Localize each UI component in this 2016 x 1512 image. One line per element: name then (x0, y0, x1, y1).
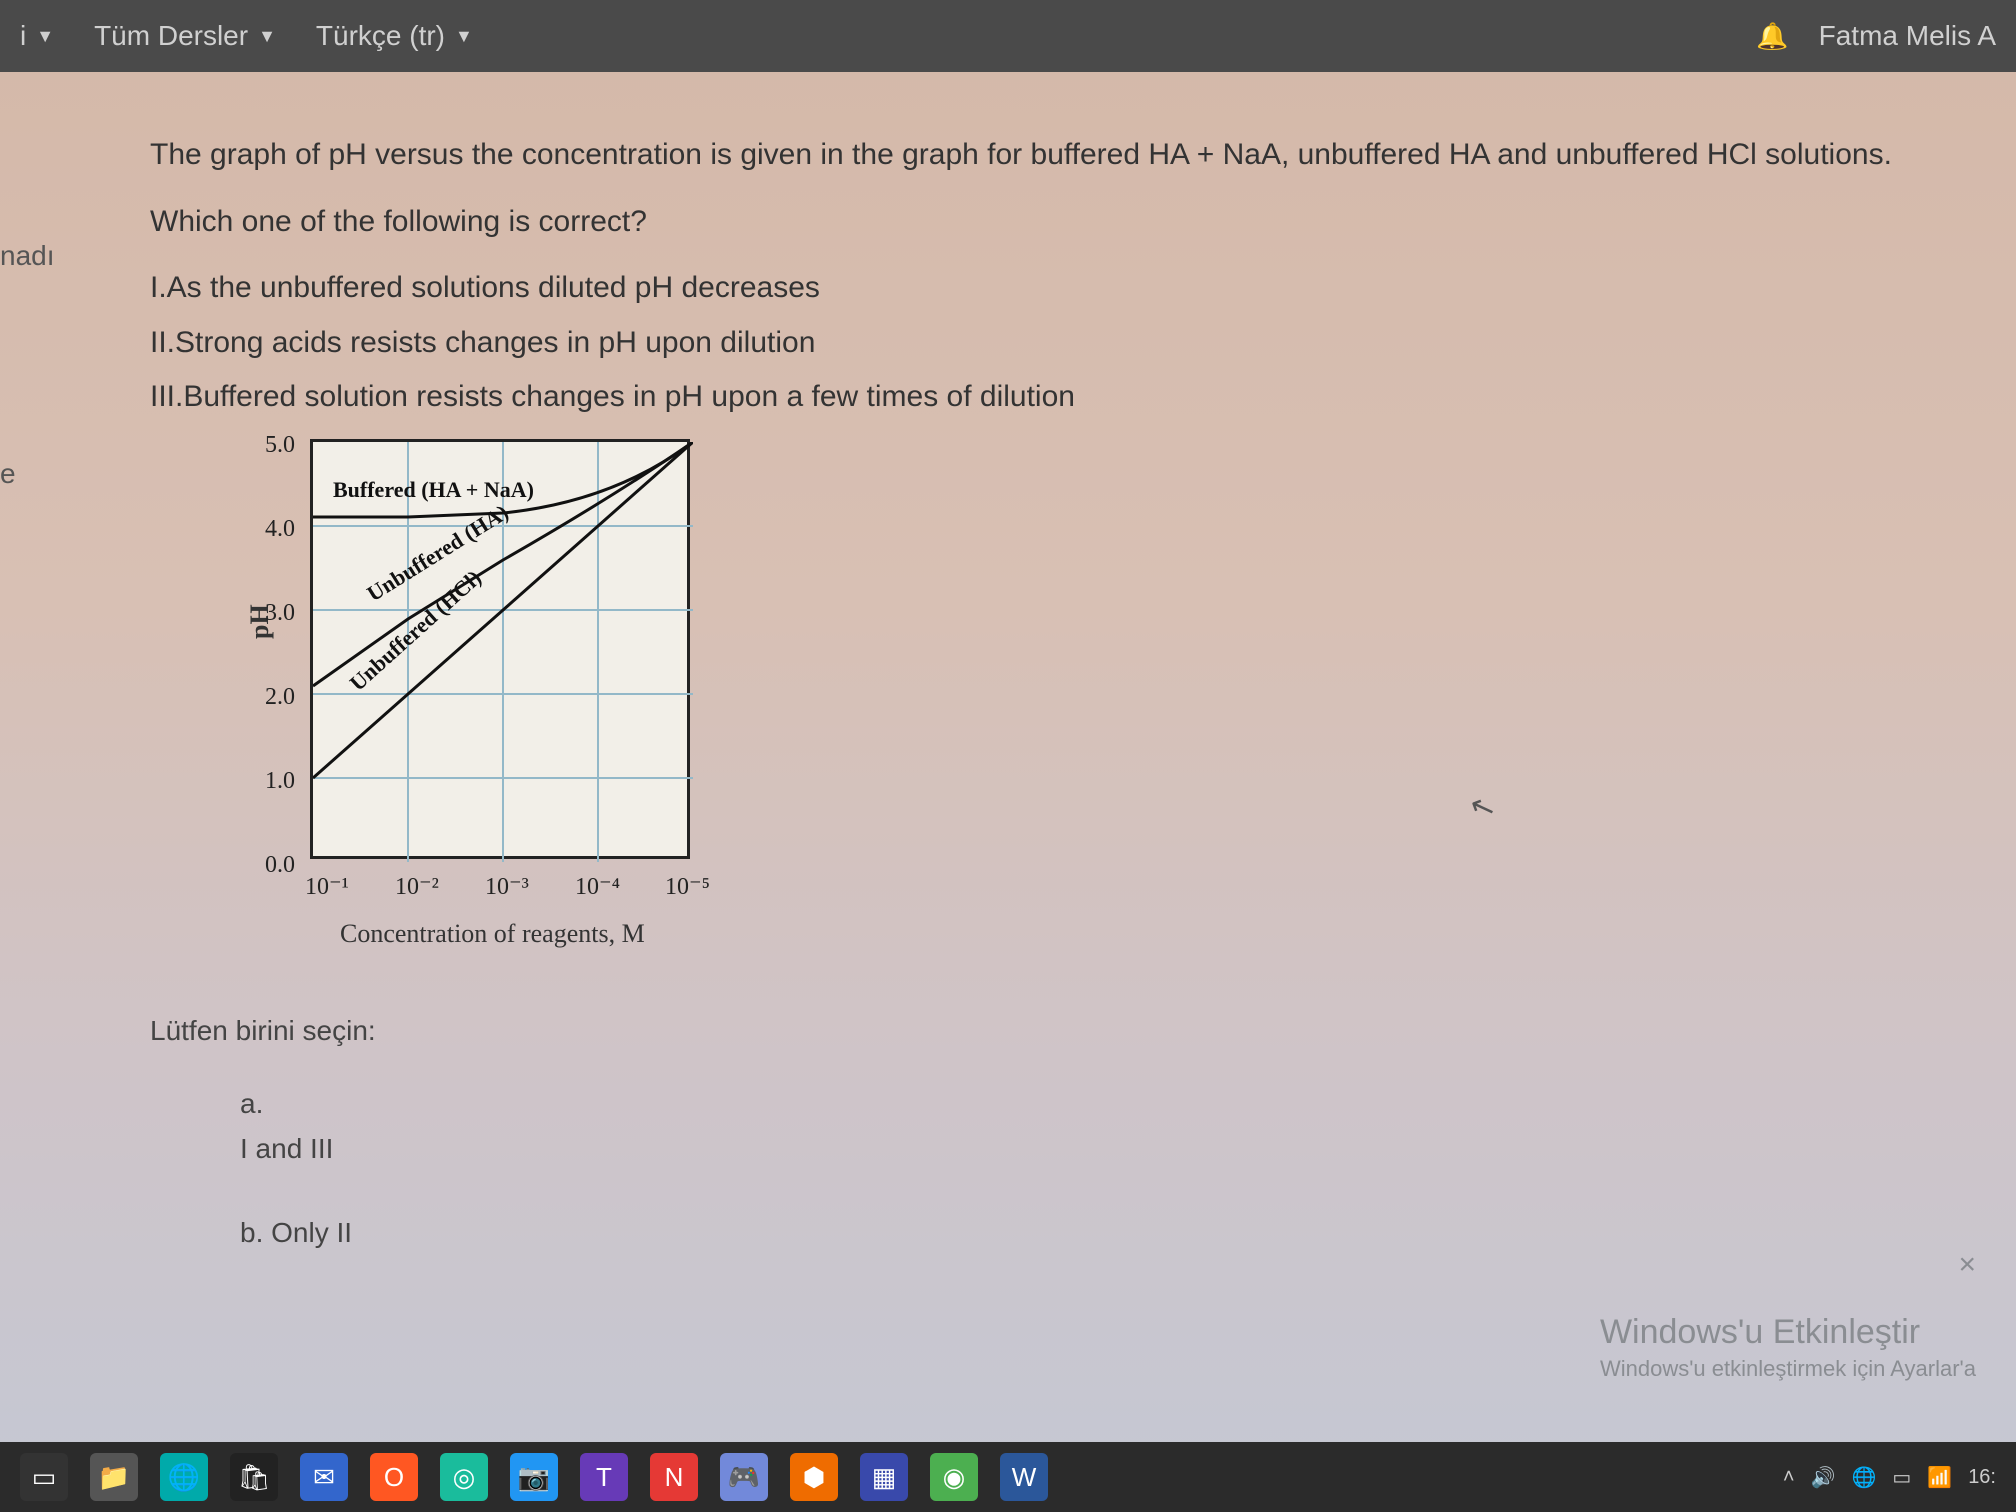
nav-item-info[interactable]: i ▼ (20, 20, 54, 52)
grid-lines (313, 442, 693, 862)
side-text-2: e (0, 458, 16, 490)
plot-area: Buffered (HA + NaA) Unbuffered (HA) Unbu… (310, 439, 690, 859)
close-icon[interactable]: × (1958, 1248, 1976, 1282)
choice-text-a: I and III (240, 1127, 1956, 1170)
choice-letter-a: a. (240, 1082, 1956, 1125)
x-tick: 10⁻¹ (305, 869, 349, 906)
navbar: i ▼ Tüm Dersler ▼ Türkçe (tr) ▼ 🔔 Fatma … (0, 0, 2016, 72)
series-label-buffered: Buffered (HA + NaA) (333, 477, 534, 502)
clock-time[interactable]: 16: (1968, 1466, 1996, 1489)
x-tick: 10⁻² (395, 869, 439, 906)
teams-icon[interactable]: T (580, 1453, 628, 1501)
x-tick: 10⁻⁴ (575, 869, 620, 906)
username-label[interactable]: Fatma Melis A (1819, 20, 1996, 52)
nav-item-courses[interactable]: Tüm Dersler ▼ (94, 20, 276, 52)
store-icon[interactable]: 🛍 (230, 1453, 278, 1501)
question-content: The graph of pH versus the concentration… (150, 132, 1956, 1254)
windows-taskbar: ▭ 📁 🌐 🛍 ✉ O ◎ 📷 T N 🎮 ⬢ ▦ ◉ W ˄ 🔊 🌐 ▭ 📶 … (0, 1442, 2016, 1512)
x-axis-label: Concentration of reagents, M (340, 914, 645, 954)
x-tick: 10⁻³ (485, 869, 529, 906)
taskview-icon[interactable]: ▭ (20, 1453, 68, 1501)
statement-3: III.Buffered solution resists changes in… (150, 374, 1956, 421)
question-intro: The graph of pH versus the concentration… (150, 132, 1956, 179)
y-tick: 2.0 (265, 679, 295, 716)
network-icon[interactable]: 🌐 (1851, 1465, 1876, 1490)
statement-2: II.Strong acids resists changes in pH up… (150, 320, 1956, 367)
office-icon[interactable]: ⬢ (790, 1453, 838, 1501)
watermark-line1: Windows'u Etkinleştir (1600, 1313, 1976, 1352)
nav-label: Türkçe (tr) (316, 20, 445, 52)
y-tick: 0.0 (265, 847, 295, 884)
nav-label: i (20, 20, 26, 52)
bell-icon[interactable]: 🔔 (1756, 21, 1788, 52)
app2-icon[interactable]: ▦ (860, 1453, 908, 1501)
y-tick: 1.0 (265, 763, 295, 800)
question-prompt: Which one of the following is correct? (150, 199, 1956, 246)
volume-icon[interactable]: 🔊 (1811, 1465, 1836, 1490)
y-tick: 3.0 (265, 595, 295, 632)
caret-down-icon: ▼ (455, 26, 473, 47)
choice-text-b: b. Only II (240, 1211, 1956, 1254)
explorer-icon[interactable]: 📁 (90, 1453, 138, 1501)
system-tray[interactable]: ˄ 🔊 🌐 ▭ 📶 16: (1783, 1465, 1996, 1490)
word-icon[interactable]: W (1000, 1453, 1048, 1501)
app-icon[interactable]: ◎ (440, 1453, 488, 1501)
windows-activation-watermark: Windows'u Etkinleştir Windows'u etkinleş… (1600, 1313, 1976, 1382)
statement-1: I.As the unbuffered solutions diluted pH… (150, 265, 1956, 312)
x-tick: 10⁻⁵ (665, 869, 710, 906)
caret-down-icon: ▼ (258, 26, 276, 47)
chrome-icon[interactable]: ◉ (930, 1453, 978, 1501)
wifi-icon[interactable]: 📶 (1927, 1465, 1952, 1490)
tray-chevron-icon[interactable]: ˄ (1783, 1466, 1795, 1489)
edge-icon[interactable]: 🌐 (160, 1453, 208, 1501)
side-text-1: nadı (0, 240, 55, 272)
choice-b[interactable]: b. Only II (240, 1211, 1956, 1254)
netflix-icon[interactable]: N (650, 1453, 698, 1501)
camera-icon[interactable]: 📷 (510, 1453, 558, 1501)
ph-chart: pH 5.0 4.0 3.0 2.0 1.0 0.0 10⁻¹ 10⁻² 10⁻… (210, 429, 740, 949)
nav-item-language[interactable]: Türkçe (tr) ▼ (316, 20, 473, 52)
nav-label: Tüm Dersler (94, 20, 248, 52)
y-tick: 4.0 (265, 511, 295, 548)
y-tick: 5.0 (265, 427, 295, 464)
discord-icon[interactable]: 🎮 (720, 1453, 768, 1501)
watermark-line2: Windows'u etkinleştirmek için Ayarlar'a (1600, 1356, 1976, 1382)
opera-o-icon[interactable]: O (370, 1453, 418, 1501)
mail-icon[interactable]: ✉ (300, 1453, 348, 1501)
choices-list: a. I and III b. Only II (240, 1082, 1956, 1254)
choice-a[interactable]: a. I and III (240, 1082, 1956, 1171)
choices-prompt: Lütfen birini seçin: (150, 1009, 1956, 1052)
battery-icon[interactable]: ▭ (1892, 1465, 1911, 1490)
caret-down-icon: ▼ (36, 26, 54, 47)
